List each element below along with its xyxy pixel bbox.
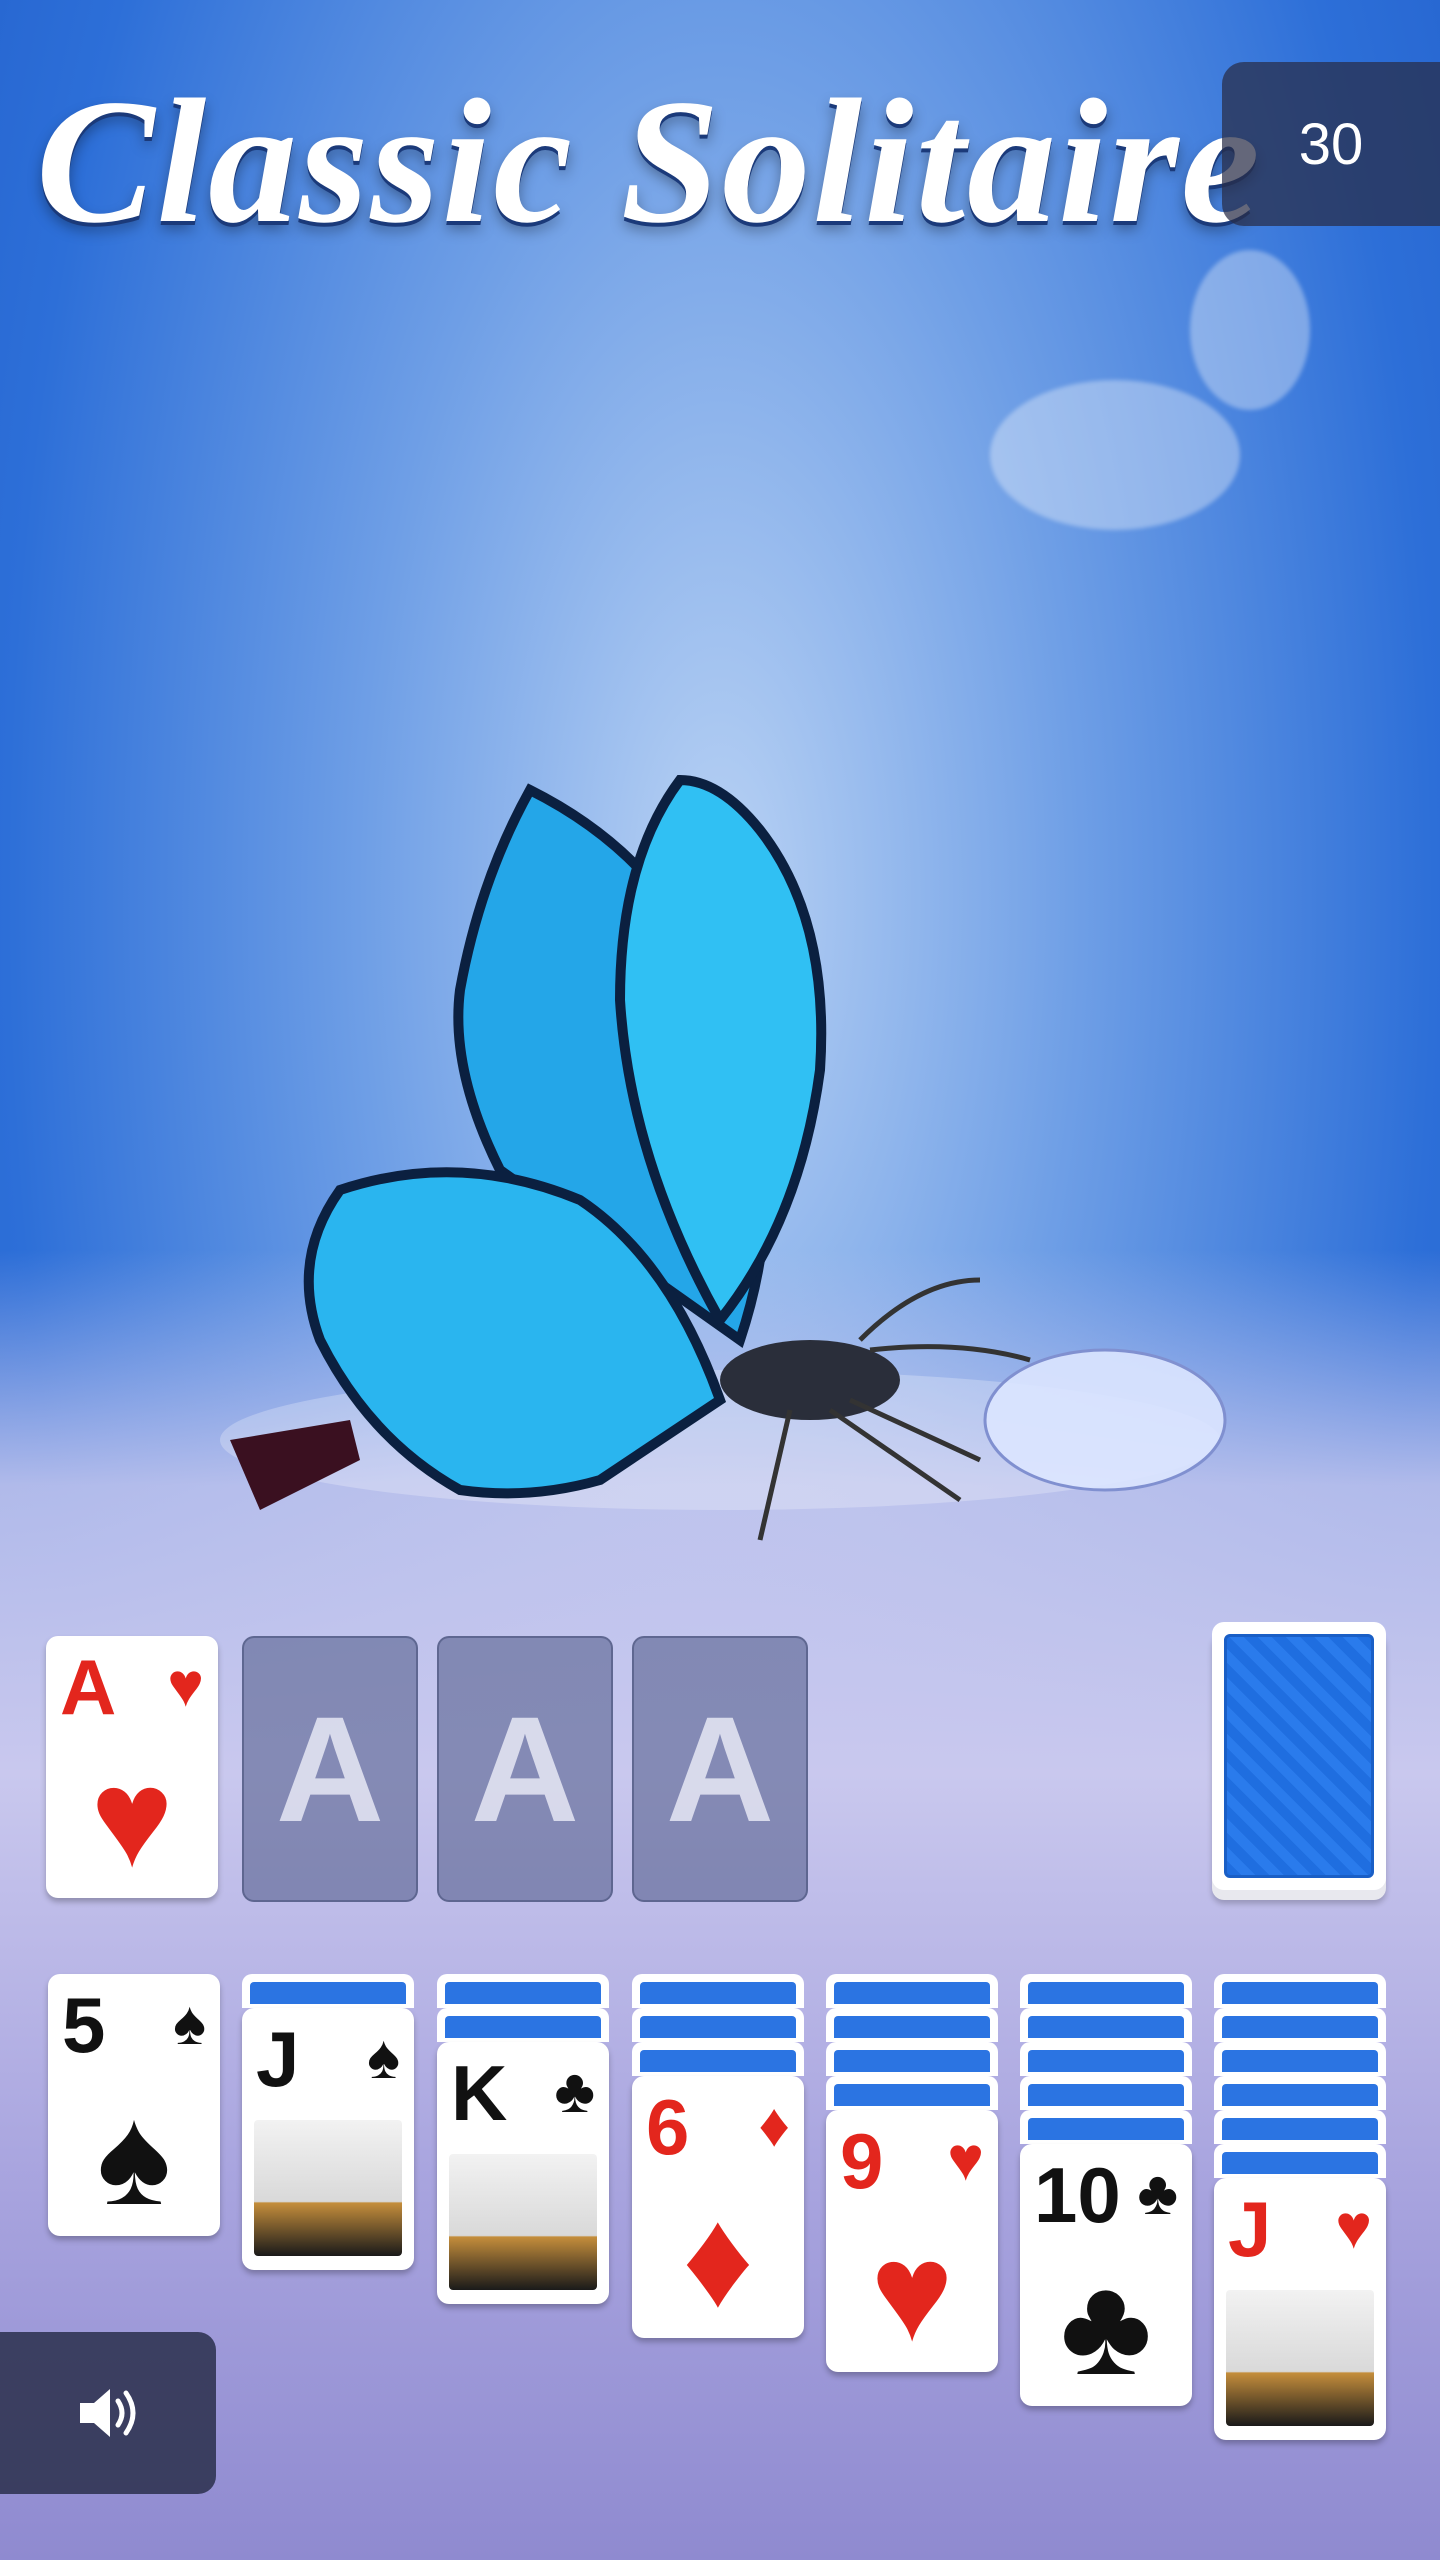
face-down-card bbox=[1214, 2042, 1386, 2076]
spade-icon: ♠ bbox=[367, 2023, 400, 2092]
diamond-icon: ♦ bbox=[758, 2091, 790, 2160]
card-rank: 5 bbox=[62, 1981, 106, 2069]
face-down-card bbox=[1020, 2042, 1192, 2076]
face-down-card bbox=[437, 2008, 609, 2042]
heart-icon: ♥ bbox=[167, 1651, 204, 1720]
club-icon: ♣ bbox=[1137, 2159, 1178, 2228]
foundation-hearts-card[interactable]: A ♥ ♥ bbox=[46, 1636, 218, 1898]
foundation-slot-2[interactable]: A bbox=[242, 1636, 418, 1902]
king-portrait-icon bbox=[449, 2154, 597, 2290]
tableau-card-10-clubs[interactable]: 10 ♣ ♣ bbox=[1020, 2144, 1192, 2406]
card-back-icon bbox=[1224, 1634, 1374, 1878]
heart-icon: ♥ bbox=[947, 2125, 984, 2194]
card-rank: 6 bbox=[646, 2083, 690, 2171]
foundation-slot-4[interactable]: A bbox=[632, 1636, 808, 1902]
card-rank: K bbox=[451, 2049, 508, 2137]
face-down-card bbox=[632, 1974, 804, 2008]
heart-icon: ♥ bbox=[870, 2213, 954, 2370]
face-down-card bbox=[1214, 2008, 1386, 2042]
game-title: Classic Solitaire bbox=[36, 62, 1262, 260]
face-down-card bbox=[1214, 2076, 1386, 2110]
tableau-card-9-hearts[interactable]: 9 ♥ ♥ bbox=[826, 2110, 998, 2372]
card-rank: J bbox=[1228, 2185, 1272, 2273]
club-icon: ♣ bbox=[554, 2057, 595, 2126]
diamond-icon: ♦ bbox=[682, 2179, 754, 2336]
face-down-card bbox=[826, 2076, 998, 2110]
face-down-card bbox=[242, 1974, 414, 2008]
club-icon: ♣ bbox=[1060, 2247, 1152, 2404]
tableau-card-j-spades[interactable]: J ♠ bbox=[242, 2008, 414, 2270]
butterfly-illustration bbox=[220, 774, 1227, 1541]
timer: 30 bbox=[1222, 62, 1440, 226]
cloud-decoration bbox=[990, 380, 1240, 530]
sound-toggle-button[interactable] bbox=[0, 2332, 216, 2494]
tableau-card-6-diamonds[interactable]: 6 ♦ ♦ bbox=[632, 2076, 804, 2338]
face-down-card bbox=[632, 2042, 804, 2076]
tableau-card-j-hearts[interactable]: J ♥ bbox=[1214, 2178, 1386, 2440]
heart-icon: ♥ bbox=[90, 1739, 174, 1896]
face-down-card bbox=[1214, 2110, 1386, 2144]
face-down-card bbox=[1214, 2144, 1386, 2178]
face-down-card bbox=[1020, 2076, 1192, 2110]
face-down-card bbox=[826, 1974, 998, 2008]
tableau-card-k-clubs[interactable]: K ♣ bbox=[437, 2042, 609, 2304]
face-down-card bbox=[1020, 2110, 1192, 2144]
tableau-card-5-spades[interactable]: 5 ♠ ♠ bbox=[48, 1974, 220, 2236]
card-rank: J bbox=[256, 2015, 300, 2103]
face-down-card bbox=[632, 2008, 804, 2042]
face-down-card bbox=[826, 2008, 998, 2042]
card-rank: 9 bbox=[840, 2117, 884, 2205]
card-rank: 10 bbox=[1034, 2151, 1121, 2239]
cloud-decoration bbox=[1190, 250, 1310, 410]
face-down-card bbox=[826, 2042, 998, 2076]
card-rank: A bbox=[60, 1643, 117, 1731]
face-down-card bbox=[437, 1974, 609, 2008]
spade-icon: ♠ bbox=[173, 1989, 206, 2058]
spade-icon: ♠ bbox=[96, 2077, 172, 2234]
heart-icon: ♥ bbox=[1335, 2193, 1372, 2262]
stock-pile[interactable] bbox=[1212, 1622, 1386, 1890]
jack-portrait-icon bbox=[254, 2120, 402, 2256]
foundation-slot-3[interactable]: A bbox=[437, 1636, 613, 1902]
jack-portrait-icon bbox=[1226, 2290, 1374, 2426]
speaker-icon bbox=[80, 2389, 136, 2437]
face-down-card bbox=[1020, 1974, 1192, 2008]
face-down-card bbox=[1214, 1974, 1386, 2008]
face-down-card bbox=[1020, 2008, 1192, 2042]
